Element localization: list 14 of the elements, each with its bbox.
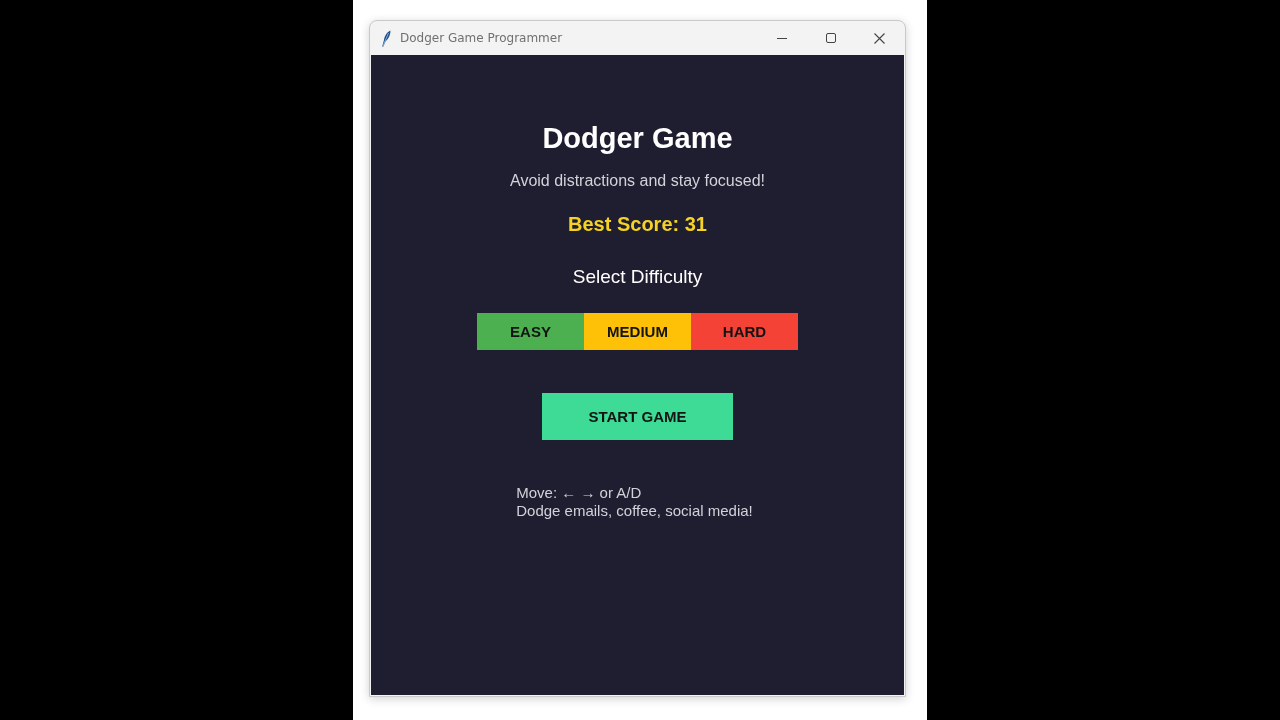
- game-title: Dodger Game: [542, 121, 733, 155]
- subtitle: Avoid distractions and stay focused!: [510, 171, 765, 191]
- difficulty-button[interactable]: HARD: [691, 313, 798, 350]
- instructions-text: Move: ← → or A/D Dodge emails, coffee, social media!: [516, 484, 753, 520]
- feather-icon: [381, 29, 391, 47]
- difficulty-label: Select Difficulty: [572, 266, 703, 288]
- minimize-icon: [776, 37, 787, 39]
- best-score: Best Score: 31: [568, 212, 707, 236]
- start-game-button[interactable]: START GAME: [542, 393, 733, 440]
- window-title: Dodger Game Programmer: [400, 31, 563, 45]
- difficulty-button[interactable]: MEDIUM: [584, 313, 691, 350]
- maximize-icon: [825, 33, 836, 43]
- difficulty-button[interactable]: EASY: [477, 313, 584, 350]
- close-icon: [874, 32, 885, 44]
